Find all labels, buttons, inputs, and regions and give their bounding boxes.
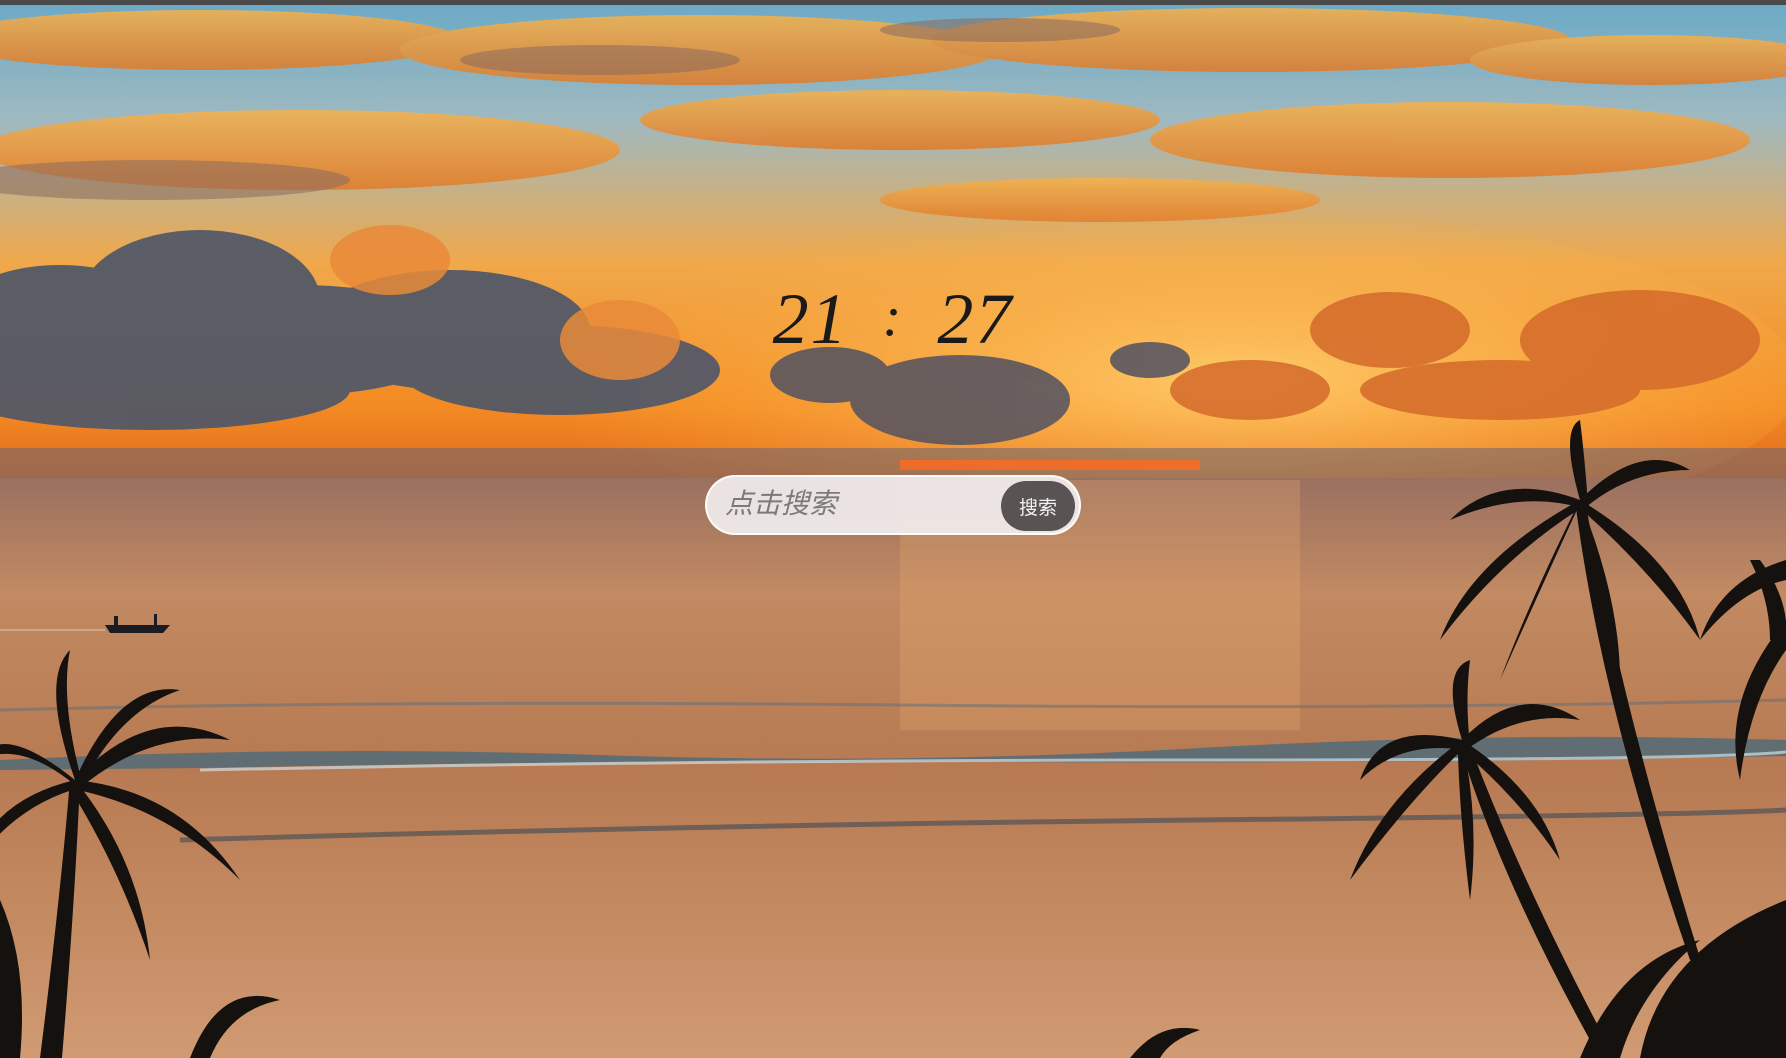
search-input[interactable] [725, 485, 985, 525]
top-border [0, 0, 1786, 5]
search-bar: 搜索 [705, 475, 1081, 535]
clock-minutes: 27 [937, 279, 1014, 359]
clock-hours: 21 [772, 279, 849, 359]
clock-display: 21:27 [0, 278, 1786, 361]
start-page: 21:27 搜索 [0, 0, 1786, 1058]
clock-separator: : [882, 286, 904, 348]
search-button[interactable]: 搜索 [1001, 481, 1075, 531]
